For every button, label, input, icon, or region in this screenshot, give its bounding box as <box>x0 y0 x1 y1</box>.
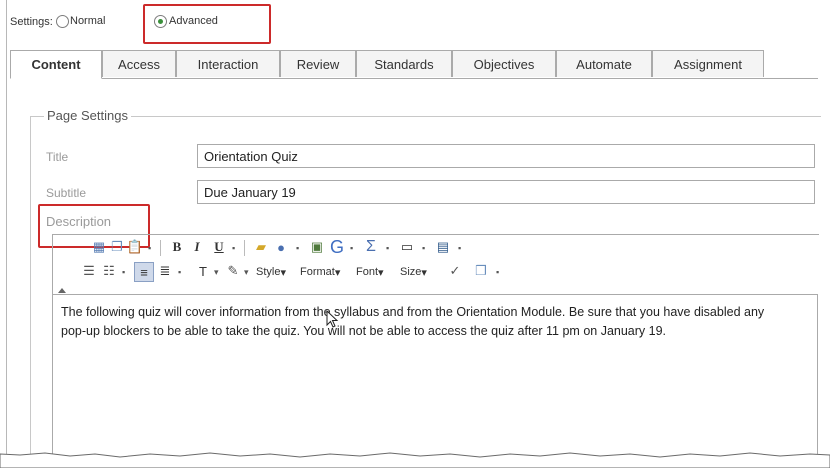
save-icon[interactable]: ▤ <box>434 238 452 256</box>
size-dropdown[interactable]: Size ▾ <box>398 262 429 282</box>
save-dropdown-icon[interactable]: ▪ <box>458 238 461 258</box>
title-label: Title <box>46 150 69 164</box>
link-dropdown-icon[interactable]: ▪ <box>296 238 299 258</box>
settings-label: Settings: <box>10 16 53 28</box>
folder-icon[interactable]: ▰ <box>252 238 270 256</box>
torn-edge <box>0 452 830 468</box>
collapse-toolbar-icon[interactable] <box>58 288 66 293</box>
advanced-highlight <box>143 4 271 44</box>
text-dropdown-icon[interactable]: ▾ <box>214 262 219 282</box>
paste-dropdown-icon[interactable]: ▪ <box>148 238 151 258</box>
insert-dropdown-icon[interactable]: ▪ <box>350 238 353 258</box>
list-dropdown-icon[interactable]: ▪ <box>122 262 125 282</box>
link-icon[interactable]: ● <box>272 238 290 256</box>
normal-radio[interactable] <box>56 15 69 28</box>
google-icon[interactable]: G <box>328 237 346 257</box>
tab-objectives[interactable]: Objectives <box>452 50 556 77</box>
bold-button[interactable]: B <box>168 238 186 256</box>
align-left-icon[interactable]: ≡ <box>134 262 154 282</box>
tab-interaction[interactable]: Interaction <box>176 50 280 77</box>
separator <box>160 240 161 256</box>
cut-icon[interactable]: ▦ <box>90 238 108 256</box>
text-size-icon[interactable]: T <box>194 262 212 280</box>
align-center-icon[interactable]: ≣ <box>156 262 174 280</box>
paste-word-dropdown-icon[interactable]: ▪ <box>496 262 499 282</box>
table-icon[interactable]: ▭ <box>398 238 416 256</box>
tab-standards[interactable]: Standards <box>356 50 452 77</box>
tab-bar: Content Access Interaction Review Standa… <box>10 50 818 79</box>
highlight-color-icon[interactable]: ✎ <box>224 262 242 280</box>
format-dropdown[interactable]: Format ▾ <box>298 262 342 282</box>
italic-button[interactable]: I <box>188 238 206 256</box>
style-dropdown[interactable]: Style ▾ <box>254 262 288 282</box>
page-settings-legend: Page Settings <box>44 108 131 123</box>
math-dropdown-icon[interactable]: ▪ <box>386 238 389 258</box>
paste-word-icon[interactable]: ❒ <box>472 262 490 280</box>
tab-access[interactable]: Access <box>102 50 176 77</box>
style-dropdown-label: Style <box>256 266 281 278</box>
align-dropdown-icon[interactable]: ▪ <box>178 262 181 282</box>
title-input[interactable] <box>197 144 815 168</box>
subtitle-input[interactable] <box>197 180 815 204</box>
table-dropdown-icon[interactable]: ▪ <box>422 238 425 258</box>
paste-icon[interactable]: 📋 <box>126 238 144 256</box>
bullet-list-icon[interactable]: ☷ <box>100 262 118 280</box>
separator <box>244 240 245 256</box>
tab-content[interactable]: Content <box>10 50 102 79</box>
tab-review[interactable]: Review <box>280 50 356 77</box>
underline-button[interactable]: U <box>210 238 228 256</box>
tab-assignment[interactable]: Assignment <box>652 50 764 77</box>
numbered-list-icon[interactable]: ☰ <box>80 262 98 280</box>
settings-bar: Settings: Normal Advanced <box>6 10 818 34</box>
color-dropdown-icon[interactable]: ▾ <box>244 262 249 282</box>
sigma-icon[interactable]: Σ <box>362 238 380 256</box>
editor-toolbar-row-2: ☰ ☷ ▪ ≡ ≣ ▪ T ▾ ✎ ▾ Style ▾ Format ▾ Font ▾… <box>64 260 816 286</box>
tab-automate[interactable]: Automate <box>556 50 652 77</box>
format-dropdown-icon[interactable]: ▪ <box>232 238 235 258</box>
font-dropdown-label: Font <box>356 266 379 278</box>
copy-icon[interactable]: ❐ <box>108 238 126 256</box>
mouse-cursor-icon <box>326 310 339 328</box>
editor-content-text: The following quiz will cover informatio… <box>61 305 765 338</box>
format-dropdown-label: Format <box>300 266 335 278</box>
image-icon[interactable]: ▣ <box>308 238 326 256</box>
subtitle-label: Subtitle <box>46 186 87 200</box>
size-dropdown-label: Size <box>400 266 422 278</box>
normal-radio-label[interactable]: Normal <box>70 15 122 27</box>
spellcheck-icon[interactable]: ✓ <box>446 262 464 280</box>
editor-content-area[interactable]: The following quiz will cover informatio… <box>52 294 818 463</box>
font-dropdown[interactable]: Font ▾ <box>354 262 386 282</box>
editor-toolbar-row-1: ▦ ❐ 📋 ▪ B I U ▪ ▰ ● ▪ ▣ G ▪ Σ ▪ ▭ ▪ ▤ ▪ <box>64 236 816 262</box>
